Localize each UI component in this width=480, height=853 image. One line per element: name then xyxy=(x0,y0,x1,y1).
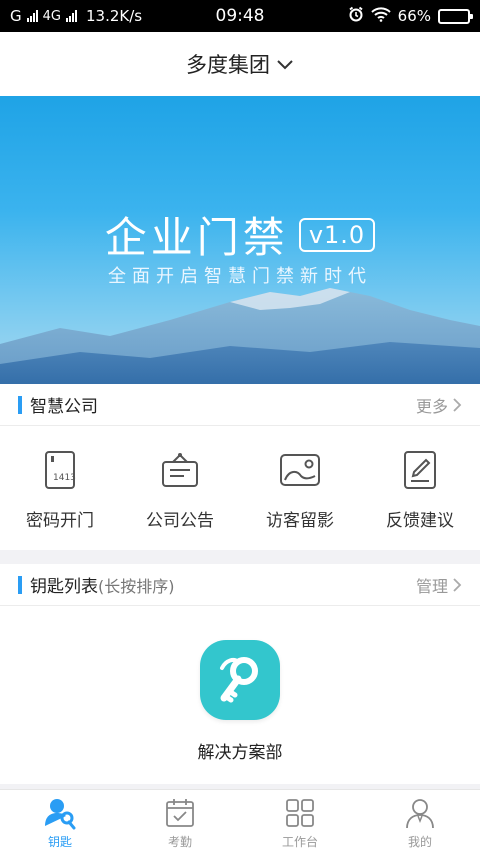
manage-label: 管理 xyxy=(415,576,448,596)
more-button[interactable]: 更多 xyxy=(416,393,462,417)
key-list: 解决方案部 xyxy=(0,606,480,784)
nav-workbench[interactable]: 工作台 xyxy=(240,790,360,853)
chevron-right-icon xyxy=(453,397,462,412)
section-hint: (长按排序) xyxy=(98,576,175,596)
banner-subtitle: 全面开启智慧门禁新时代 xyxy=(108,266,372,287)
password-door-icon: 1413 xyxy=(38,448,82,492)
manage-button[interactable]: 管理 xyxy=(416,573,462,597)
key-label: 解决方案部 xyxy=(197,743,283,763)
banner-title: 企业门禁 v1.0 xyxy=(0,204,480,265)
action-label: 反馈建议 xyxy=(386,511,454,531)
key-list-header: 钥匙列表 (长按排序) 管理 xyxy=(0,564,480,606)
network-label: 4G xyxy=(42,8,61,24)
company-name: 多度集团 xyxy=(186,53,270,77)
battery-icon xyxy=(438,8,473,24)
banner[interactable]: 企业门禁 v1.0 全面开启智慧门禁新时代 xyxy=(0,96,480,384)
nav-label: 工作台 xyxy=(281,835,318,849)
section-accent-bar xyxy=(18,395,22,414)
wifi-icon xyxy=(370,6,391,26)
action-label: 访客留影 xyxy=(266,511,334,531)
smart-company-header: 智慧公司 更多 xyxy=(0,384,480,426)
announcement-icon xyxy=(158,448,202,492)
user-icon xyxy=(403,796,437,830)
action-label: 密码开门 xyxy=(26,511,94,531)
nav-label: 我的 xyxy=(407,835,432,849)
company-selector[interactable]: 多度集团 xyxy=(0,32,480,96)
action-label: 公司公告 xyxy=(146,511,214,531)
battery-percent: 66% xyxy=(397,7,431,25)
nav-mine[interactable]: 我的 xyxy=(360,790,480,853)
signal-icon xyxy=(26,10,38,22)
section-title: 钥匙列表 xyxy=(30,577,98,597)
status-bar: G 4G 13.2K/s 09:48 66% xyxy=(0,0,480,32)
nav-keys[interactable]: 钥匙 xyxy=(0,790,120,853)
action-visitor-photo[interactable]: 访客留影 xyxy=(240,426,360,550)
section-accent-bar xyxy=(18,575,22,594)
nav-attendance[interactable]: 考勤 xyxy=(120,790,240,853)
feedback-icon xyxy=(398,448,442,492)
grid-icon xyxy=(283,796,317,830)
bottom-nav: 钥匙 考勤 工作台 我的 xyxy=(0,789,480,853)
calendar-check-icon xyxy=(163,796,197,830)
version-badge: v1.0 xyxy=(298,217,376,252)
action-feedback[interactable]: 反馈建议 xyxy=(360,426,480,550)
chevron-down-icon xyxy=(276,52,294,76)
chevron-right-icon xyxy=(453,577,462,592)
signal-icon-2 xyxy=(65,10,77,22)
banner-title-text: 企业门禁 xyxy=(104,213,289,262)
svg-text:1413: 1413 xyxy=(53,473,76,483)
carrier-label: G xyxy=(10,7,22,25)
section-title: 智慧公司 xyxy=(30,397,98,417)
key-people-icon xyxy=(43,796,77,830)
more-label: 更多 xyxy=(415,396,448,416)
network-speed: 13.2K/s xyxy=(85,7,143,25)
action-password-door[interactable]: 1413 密码开门 xyxy=(0,426,120,550)
quick-actions: 1413 密码开门 公司公告 访客留影 反馈建议 xyxy=(0,426,480,550)
key-item[interactable]: 解决方案部 xyxy=(190,640,290,763)
action-announcement[interactable]: 公司公告 xyxy=(120,426,240,550)
key-icon xyxy=(200,640,280,720)
nav-label: 钥匙 xyxy=(47,835,72,849)
alarm-icon xyxy=(348,6,364,26)
nav-label: 考勤 xyxy=(167,835,192,849)
visitor-photo-icon xyxy=(278,448,322,492)
